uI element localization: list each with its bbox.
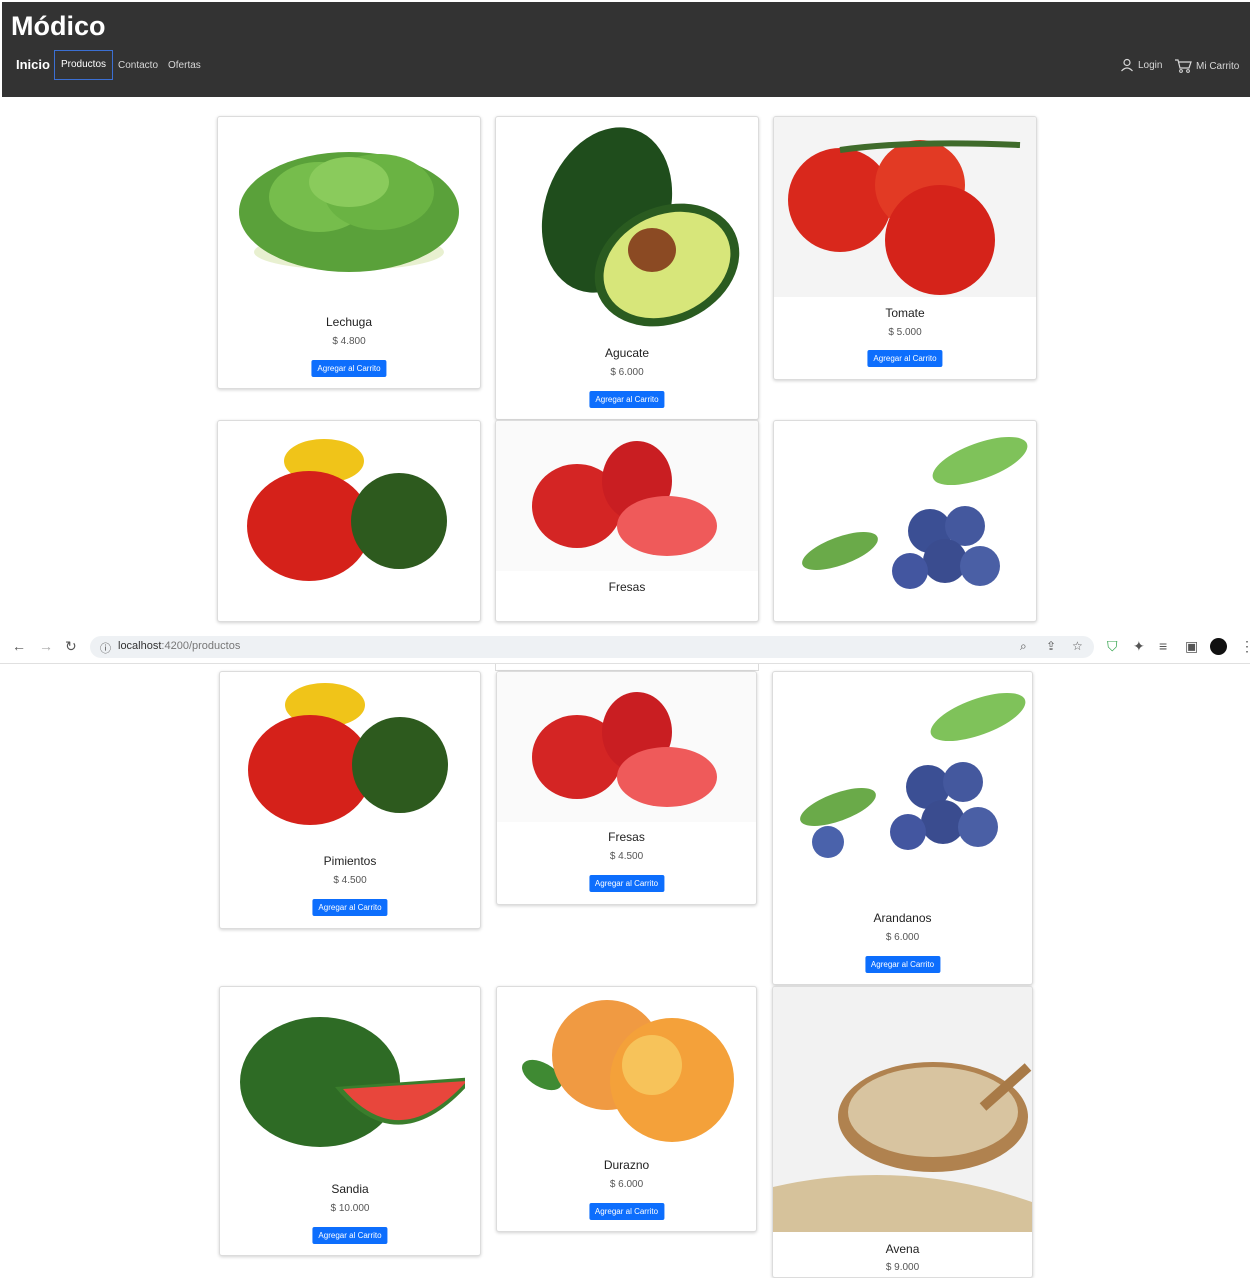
- product-name: Lechuga: [325, 315, 373, 329]
- nav-products-link[interactable]: Productos: [54, 50, 114, 80]
- product-name: Fresas: [608, 830, 645, 844]
- url-path: :4200/productos: [161, 640, 241, 652]
- nav-offers-link[interactable]: Ofertas: [168, 60, 201, 71]
- product-card-lechuga: Lechuga $ 4.800 Agregar al Carrito: [217, 116, 481, 389]
- product-card-pimientos: Pimientos $ 4.500 Agregar al Carrito: [219, 671, 481, 929]
- shield-extension-icon[interactable]: ⛉: [1107, 638, 1118, 654]
- reading-list-icon[interactable]: ≡: [1159, 638, 1167, 654]
- info-icon[interactable]: ⓘ: [100, 640, 111, 656]
- address-bar[interactable]: ⓘ localhost:4200/productos ⌕ ⇪ ☆: [90, 636, 1094, 658]
- product-card-durazno: Durazno $ 6.000 Agregar al Carrito: [496, 986, 757, 1232]
- product-price: $ 10.000: [330, 1203, 370, 1214]
- product-image-durazno: [497, 987, 756, 1152]
- add-to-cart-button[interactable]: Agregar al Carrito: [589, 391, 665, 408]
- product-name: Arandanos: [873, 911, 932, 925]
- url-host: localhost: [118, 640, 162, 652]
- navbar: Módico Inicio Productos Contacto Ofertas…: [2, 2, 1250, 97]
- product-card-arandanos-partial: [773, 420, 1037, 622]
- nav-home-link[interactable]: Inicio: [16, 57, 50, 72]
- product-name: Agucate: [604, 346, 650, 360]
- product-image-fresas: [497, 672, 756, 822]
- product-image-agucate: [496, 117, 758, 332]
- login-label: Login: [1138, 59, 1163, 71]
- brand-logo[interactable]: Módico: [11, 11, 106, 42]
- product-image-avena: [773, 987, 1032, 1232]
- zoom-icon[interactable]: ⌕: [1020, 639, 1027, 654]
- cart-icon: [1175, 59, 1192, 73]
- product-card-avena: Avena $ 9.000: [772, 986, 1033, 1278]
- product-name: Avena: [885, 1242, 920, 1256]
- cart-link[interactable]: Mi Carrito: [1174, 58, 1239, 74]
- reload-icon[interactable]: ↻: [65, 638, 77, 654]
- add-to-cart-button[interactable]: Agregar al Carrito: [311, 360, 387, 377]
- product-image-tomate: [774, 117, 1036, 297]
- product-price: $ 4.500: [609, 851, 644, 862]
- product-price: $ 4.500: [333, 875, 367, 886]
- nav-contact-link[interactable]: Contacto: [118, 60, 158, 71]
- product-name: Durazno: [603, 1158, 650, 1172]
- cart-label: Mi Carrito: [1196, 60, 1240, 72]
- profile-avatar[interactable]: [1210, 638, 1227, 655]
- product-image-lechuga: [218, 117, 480, 297]
- product-price: $ 6.000: [609, 1179, 644, 1190]
- product-price: $ 5.000: [888, 327, 922, 338]
- product-card-pimientos-partial: [217, 420, 481, 622]
- product-name: Sandia: [331, 1182, 369, 1196]
- product-price: $ 6.000: [610, 367, 644, 378]
- back-icon[interactable]: ←: [12, 638, 26, 654]
- product-card-tomate: Tomate $ 5.000 Agregar al Carrito: [773, 116, 1037, 380]
- product-card-fresas-partial: Fresas: [495, 420, 759, 622]
- product-card-arandanos: Arandanos $ 6.000 Agregar al Carrito: [772, 671, 1033, 985]
- product-card-fresas: Fresas $ 4.500 Agregar al Carrito: [496, 671, 757, 905]
- bookmark-star-icon[interactable]: ☆: [1072, 639, 1083, 653]
- menu-kebab-icon[interactable]: ⋮: [1240, 638, 1250, 654]
- product-name: Pimientos: [323, 854, 377, 868]
- share-icon[interactable]: ⇪: [1046, 639, 1056, 653]
- product-image-fresas: [496, 421, 758, 571]
- product-image-arandanos: [773, 672, 1032, 892]
- add-to-cart-button[interactable]: Agregar al Carrito: [588, 875, 665, 892]
- product-card-agucate: Agucate $ 6.000 Agregar al Carrito: [495, 116, 759, 420]
- product-card-sandia: Sandia $ 10.000 Agregar al Carrito: [219, 986, 481, 1256]
- add-to-cart-button[interactable]: Agregar al Carrito: [312, 899, 388, 916]
- product-image-arandanos: [774, 421, 1036, 601]
- extensions-puzzle-icon[interactable]: ✦: [1133, 638, 1145, 654]
- product-name: Fresas: [608, 580, 646, 594]
- add-to-cart-button[interactable]: Agregar al Carrito: [864, 956, 941, 973]
- add-to-cart-button[interactable]: Agregar al Carrito: [588, 1203, 665, 1220]
- user-icon: [1121, 58, 1133, 72]
- product-image-pimientos: [218, 421, 480, 601]
- login-link[interactable]: Login: [1120, 58, 1162, 72]
- product-price: $ 9.000: [885, 1262, 920, 1273]
- product-price: $ 6.000: [885, 932, 920, 943]
- product-name: Tomate: [885, 306, 925, 320]
- browser-toolbar: ← → ↻ ⓘ localhost:4200/productos ⌕ ⇪ ☆ ⛉…: [0, 630, 1250, 664]
- side-panel-icon[interactable]: ▣: [1185, 638, 1198, 654]
- forward-icon[interactable]: →: [39, 638, 53, 654]
- add-to-cart-button[interactable]: Agregar al Carrito: [867, 350, 943, 367]
- add-to-cart-button[interactable]: Agregar al Carrito: [312, 1227, 388, 1244]
- product-image-sandia: [220, 987, 480, 1177]
- product-image-pimientos: [220, 672, 480, 837]
- product-price: $ 4.800: [332, 336, 366, 347]
- previous-card-bottom: [495, 664, 759, 671]
